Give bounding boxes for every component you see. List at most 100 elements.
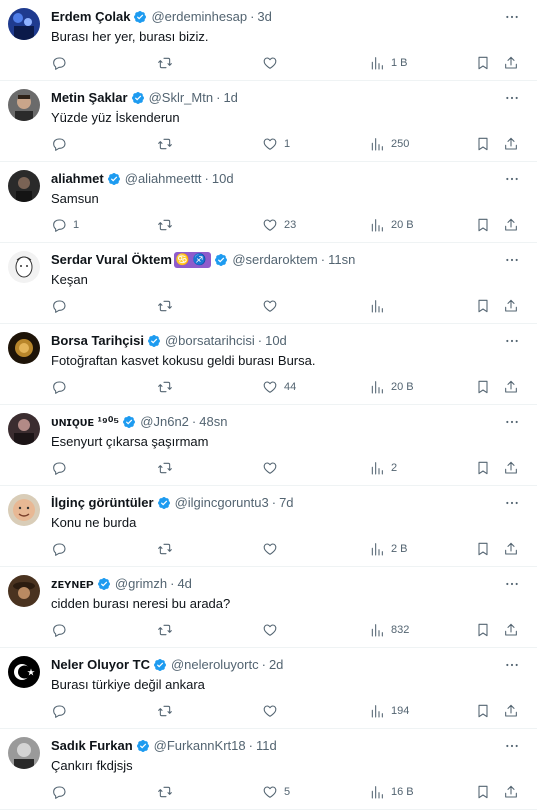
retweet-button[interactable] <box>157 459 179 477</box>
more-options-icon[interactable] <box>503 89 521 107</box>
author-handle[interactable]: @serdaroktem <box>232 252 317 268</box>
timestamp[interactable]: 11d <box>256 738 277 754</box>
bookmark-button[interactable] <box>475 459 491 477</box>
author-handle[interactable]: @erdeminhesap <box>151 9 247 25</box>
reply-button[interactable] <box>51 621 73 639</box>
reply-button[interactable] <box>51 135 73 153</box>
reply-button[interactable]: 1 <box>51 216 79 234</box>
bookmark-button[interactable] <box>475 297 491 315</box>
avatar[interactable] <box>8 656 40 688</box>
timestamp[interactable]: 10d <box>212 171 234 187</box>
bookmark-button[interactable] <box>475 540 491 558</box>
timestamp[interactable]: 7d <box>279 495 293 511</box>
more-options-icon[interactable] <box>503 332 521 350</box>
author-name[interactable]: Erdem Çolak <box>51 9 130 25</box>
reply-button[interactable] <box>51 540 73 558</box>
more-options-icon[interactable] <box>503 575 521 593</box>
retweet-button[interactable] <box>157 216 179 234</box>
share-button[interactable] <box>503 135 519 153</box>
reply-button[interactable] <box>51 297 73 315</box>
author-name[interactable]: Neler Oluyor TC <box>51 657 150 673</box>
bookmark-button[interactable] <box>475 378 491 396</box>
author-name[interactable]: ᴜɴɪǫᴜᴇ ¹⁹⁰⁵ <box>51 414 119 430</box>
retweet-button[interactable] <box>157 540 179 558</box>
like-button[interactable] <box>262 459 284 477</box>
avatar[interactable] <box>8 575 40 607</box>
share-button[interactable] <box>503 702 519 720</box>
more-options-icon[interactable] <box>503 656 521 674</box>
author-name[interactable]: aliahmet <box>51 171 104 187</box>
timestamp[interactable]: 2d <box>269 657 283 673</box>
avatar[interactable] <box>8 170 40 202</box>
share-button[interactable] <box>503 459 519 477</box>
timestamp[interactable]: 1d <box>223 90 237 106</box>
like-button[interactable] <box>262 702 284 720</box>
bookmark-button[interactable] <box>475 135 491 153</box>
bookmark-button[interactable] <box>475 54 491 72</box>
author-handle[interactable]: @Jn6n2 <box>140 414 189 430</box>
tweet-item[interactable]: Neler Oluyor TC @neleroluyortc · 2d Burası t… <box>0 648 537 729</box>
author-handle[interactable]: @FurkannKrt18 <box>154 738 246 754</box>
more-options-icon[interactable] <box>503 170 521 188</box>
like-button[interactable] <box>262 621 284 639</box>
retweet-button[interactable] <box>157 297 179 315</box>
author-name[interactable]: Serdar Vural Öktem <box>51 252 172 268</box>
author-handle[interactable]: @borsatarihcisi <box>165 333 255 349</box>
retweet-button[interactable] <box>157 621 179 639</box>
avatar[interactable] <box>8 737 40 769</box>
avatar[interactable] <box>8 8 40 40</box>
retweet-button[interactable] <box>157 783 179 801</box>
share-button[interactable] <box>503 297 519 315</box>
share-button[interactable] <box>503 54 519 72</box>
reply-button[interactable] <box>51 54 73 72</box>
more-options-icon[interactable] <box>503 251 521 269</box>
author-handle[interactable]: @neleroluyortc <box>171 657 259 673</box>
tweet-item[interactable]: aliahmet @aliahmeettt · 10d Samsun 1 23 20 B <box>0 162 537 243</box>
author-handle[interactable]: @grimzh <box>115 576 167 592</box>
reply-button[interactable] <box>51 378 73 396</box>
reply-button[interactable] <box>51 783 73 801</box>
timestamp[interactable]: 48sn <box>199 414 227 430</box>
avatar[interactable] <box>8 494 40 526</box>
timestamp[interactable]: 4d <box>177 576 191 592</box>
bookmark-button[interactable] <box>475 216 491 234</box>
share-button[interactable] <box>503 621 519 639</box>
views-button[interactable]: 2 B <box>369 540 408 558</box>
like-button[interactable] <box>262 54 284 72</box>
like-button[interactable] <box>262 297 284 315</box>
tweet-item[interactable]: Serdar Vural Öktem ♋♐ @serdaroktem · 11sn Keş… <box>0 243 537 324</box>
retweet-button[interactable] <box>157 702 179 720</box>
like-button[interactable]: 5 <box>262 783 290 801</box>
tweet-item[interactable]: Metin Şaklar @Sklr_Mtn · 1d Yüzde yüz İskend… <box>0 81 537 162</box>
views-button[interactable] <box>369 297 391 315</box>
timestamp[interactable]: 10d <box>265 333 287 349</box>
share-button[interactable] <box>503 216 519 234</box>
views-button[interactable]: 1 B <box>369 54 408 72</box>
avatar[interactable] <box>8 251 40 283</box>
views-button[interactable]: 20 B <box>369 378 414 396</box>
views-button[interactable]: 16 B <box>369 783 414 801</box>
views-button[interactable]: 20 B <box>369 216 414 234</box>
more-options-icon[interactable] <box>503 737 521 755</box>
views-button[interactable]: 194 <box>369 702 409 720</box>
author-name[interactable]: Borsa Tarihçisi <box>51 333 144 349</box>
tweet-item[interactable]: Sadık Furkan @FurkannKrt18 · 11d Çankırı fkd… <box>0 729 537 810</box>
share-button[interactable] <box>503 783 519 801</box>
share-button[interactable] <box>503 378 519 396</box>
tweet-item[interactable]: ᴜɴɪǫᴜᴇ ¹⁹⁰⁵ @Jn6n2 · 48sn Esenyurt çıkarsa ş… <box>0 405 537 486</box>
tweet-item[interactable]: İlginç görüntüler @ilgincgoruntu3 · 7d Konu … <box>0 486 537 567</box>
views-button[interactable]: 250 <box>369 135 409 153</box>
timestamp[interactable]: 3d <box>257 9 271 25</box>
avatar[interactable] <box>8 413 40 445</box>
like-button[interactable]: 23 <box>262 216 296 234</box>
tweet-item[interactable]: Erdem Çolak @erdeminhesap · 3d Burası her ye… <box>0 0 537 81</box>
author-name[interactable]: İlginç görüntüler <box>51 495 154 511</box>
author-handle[interactable]: @aliahmeettt <box>125 171 202 187</box>
reply-button[interactable] <box>51 702 73 720</box>
views-button[interactable]: 2 <box>369 459 397 477</box>
retweet-button[interactable] <box>157 54 179 72</box>
avatar[interactable] <box>8 332 40 364</box>
timestamp[interactable]: 11sn <box>328 252 355 268</box>
more-options-icon[interactable] <box>503 8 521 26</box>
tweet-item[interactable]: ᴢᴇʏɴᴇᴘ @grimzh · 4d cidden burası neresi bu … <box>0 567 537 648</box>
